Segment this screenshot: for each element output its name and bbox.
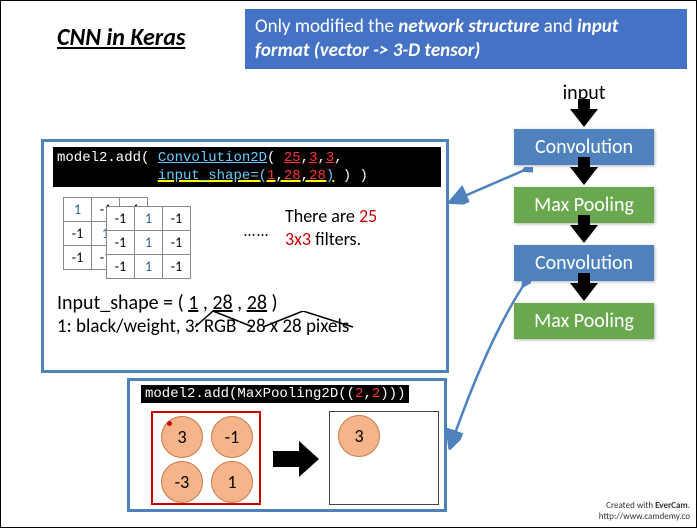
pool-val: -1 <box>211 416 253 458</box>
banner-bold-1: network structure <box>398 15 539 38</box>
code-conv: model2.add( Convolution2D( 25,3,3, input… <box>53 147 441 187</box>
pool-out-val: 3 <box>338 415 380 457</box>
pool-val: 1 <box>211 461 253 503</box>
banner: Only modified the network structure and … <box>245 9 687 69</box>
flow-pool-2: Max Pooling <box>514 303 654 339</box>
pool-diagram: 3 -1 -3 1 3 <box>151 411 441 507</box>
red-dot-icon <box>167 421 172 426</box>
banner-text-2: and <box>539 15 577 38</box>
pool-output-box: 3 <box>329 411 439 505</box>
brace-arrow-icon <box>193 311 373 329</box>
connector-arrow-2 <box>447 281 531 451</box>
pool-input-box: 3 -1 -3 1 <box>151 411 261 505</box>
code-pool: model2.add(MaxPooling2D((2,2))) <box>141 385 409 403</box>
slide-title: CNN in Keras <box>57 23 185 52</box>
arrow-icon <box>570 225 598 243</box>
banner-text-1: Only modified the <box>255 15 398 38</box>
big-arrow-icon <box>273 439 321 484</box>
pool-val: -3 <box>161 461 203 503</box>
arrow-icon <box>570 109 598 127</box>
filter-caption: There are 25 3x3 filters. <box>285 205 377 252</box>
connector-arrow-1 <box>449 167 533 207</box>
ellipsis: …… <box>244 222 270 241</box>
footer-credit: Created with EverCam. http://www.camdemy… <box>599 501 690 523</box>
input-shape-explain: Input_shape = ( 1 , 28 , 28 ) 1: black/w… <box>57 291 349 338</box>
filter-grid-front: -11-1 -11-1 -11-1 <box>106 206 191 279</box>
arrow-icon <box>570 283 598 301</box>
arrow-icon <box>570 167 598 185</box>
